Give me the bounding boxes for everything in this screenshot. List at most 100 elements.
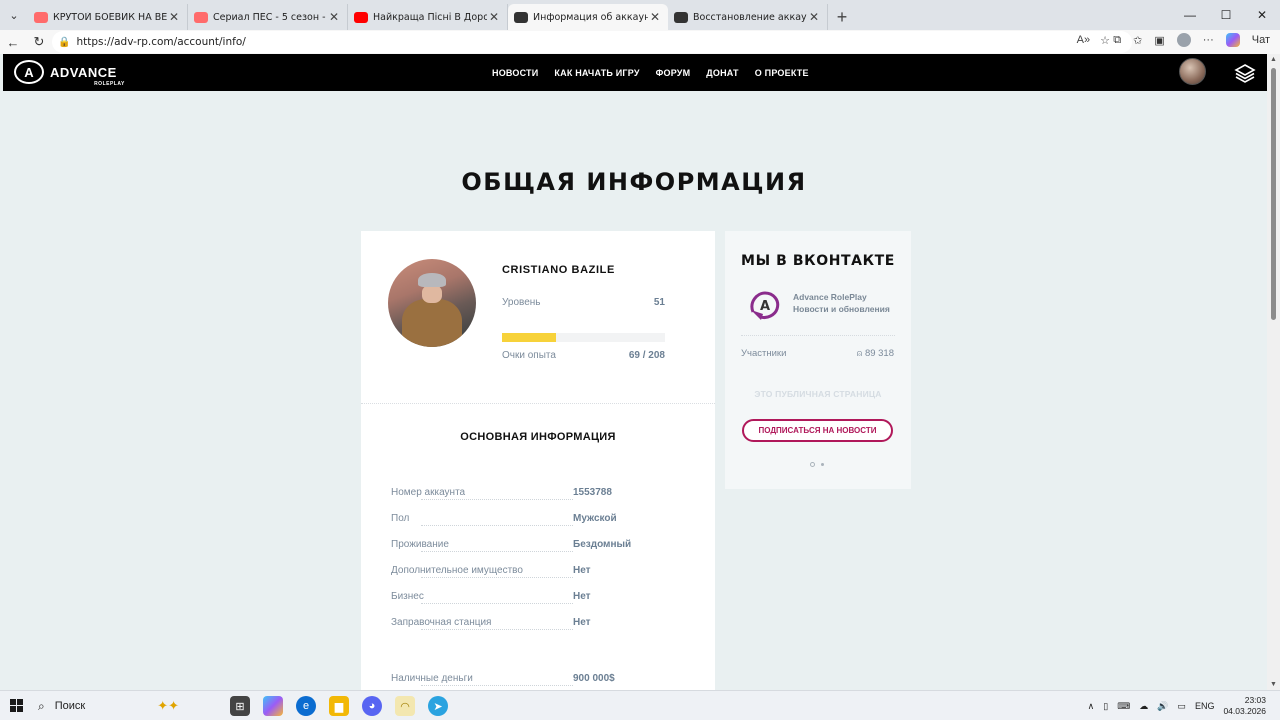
file-explorer-icon[interactable]: ▆ [329,696,349,716]
browser-tab[interactable]: КРУТОЙ БОЕВИК НА ВЕЧЕР! ОБВ ✕ [28,4,188,30]
telegram-icon[interactable]: ➤ [428,696,448,716]
carousel-dot[interactable] [810,462,815,467]
copilot-app-icon[interactable] [263,696,283,716]
card-divider [361,403,715,404]
browser-tab[interactable]: Найкраща Пісні В Дорогу🌹 ✕ [348,4,508,30]
xp-progress-fill [502,333,556,342]
info-row: Дополнительное имущество Нет [391,565,691,581]
vk-widget: МЫ В ВКОНТАКТЕ A Advance RolePlay Новост… [725,231,911,489]
info-value: 900 000$ [573,673,615,684]
clock[interactable]: 23:03 04.03.2026 [1223,695,1266,717]
carousel-dot-active[interactable] [821,463,824,466]
vk-public-note: ЭТО ПУБЛИЧНАЯ СТРАНИЦА [754,389,882,399]
scroll-down-icon[interactable]: ▼ [1270,681,1277,688]
chat-label[interactable]: Чат [1252,34,1270,46]
edge-browser-icon[interactable]: e [296,696,316,716]
task-view-icon[interactable]: ⊞ [230,696,250,716]
lock-icon[interactable]: 🔒 [58,37,70,48]
back-arrow-icon[interactable]: ← [0,35,26,50]
tab-title: Восстановление аккаунтов (СТРО [693,11,807,23]
subscribe-button[interactable]: ПОДПИСАТЬСЯ НА НОВОСТИ [742,419,893,442]
cloud-icon[interactable]: ☁ [1139,701,1148,712]
collections-icon[interactable]: ▣ [1154,34,1164,47]
info-row: Заправочная станция Нет [391,617,691,633]
close-tab-icon[interactable]: ✕ [648,10,662,24]
browser-tab[interactable]: Восстановление аккаунтов (СТРО ✕ [668,4,828,30]
info-row: Наличные деньги 900 000$ [391,673,691,689]
vk-members-count: ⍝ 89 318 [856,348,894,359]
browser-tab[interactable]: Сериал ПЕС - 5 сезон - 5-6 се ✕ [188,4,348,30]
reload-icon[interactable]: ↻ [26,34,52,50]
browser-toolbar: ⧉ ✩ ▣ ··· Чат [1113,33,1270,47]
level-label: Уровень [502,297,541,308]
network-icon[interactable]: ⌨ [1117,701,1130,712]
close-tab-icon[interactable]: ✕ [807,10,821,24]
tab-actions-chevron-icon[interactable]: ⌄ [0,0,28,30]
taskbar-search[interactable]: ⌕ Поиск ✦✦ [30,695,220,717]
info-key: Наличные деньги [391,673,481,684]
close-tab-icon[interactable]: ✕ [167,10,181,24]
url-field[interactable]: 🔒 https://adv-rp.com/account/info/ [52,31,1132,53]
tray-overflow-chevron-icon[interactable]: ∧ [1088,701,1095,712]
youtube-favicon-icon [194,11,208,23]
game-app-icon[interactable]: ◠ [395,696,415,716]
nav-how-to-start[interactable]: КАК НАЧАТЬ ИГРУ [554,68,639,78]
info-row: Пол Мужской [391,513,691,529]
vk-members-label: Участники [741,348,787,359]
site-header: A ADVANCE ROLEPLAY НОВОСТИ КАК НАЧАТЬ ИГ… [3,54,1267,91]
new-tab-plus-icon[interactable]: + [828,4,856,30]
layers-icon[interactable] [1234,63,1256,83]
minimize-icon[interactable]: — [1172,0,1208,30]
scrollbar-thumb[interactable] [1271,68,1276,320]
url-text: https://adv-rp.com/account/info/ [76,36,246,48]
nav-news[interactable]: НОВОСТИ [492,68,538,78]
info-value: Мужской [573,513,617,524]
clock-date: 04.03.2026 [1223,706,1266,716]
profile-icon[interactable] [1176,33,1191,47]
scroll-up-icon[interactable]: ▲ [1270,56,1277,63]
nav-donate[interactable]: ДОНАТ [706,68,738,78]
copilot-icon[interactable] [1225,33,1240,47]
info-row: Проживание Бездомный [391,539,691,555]
xp-value: 69 / 208 [628,350,665,361]
info-key: Проживание [391,539,457,550]
user-avatar[interactable] [1179,58,1206,85]
close-window-icon[interactable]: ✕ [1244,0,1280,30]
favorites-icon[interactable]: ✩ [1133,34,1142,47]
language-indicator[interactable]: ENG [1195,701,1215,711]
address-bar-row: ← ↻ 🔒 https://adv-rp.com/account/info/ A… [0,30,1280,54]
nav-about[interactable]: О ПРОЕКТЕ [755,68,809,78]
maximize-icon[interactable]: ☐ [1208,0,1244,30]
info-row: Бизнес Нет [391,591,691,607]
carousel-dots [810,462,824,467]
close-tab-icon[interactable]: ✕ [487,10,501,24]
favorite-star-icon[interactable]: ☆ [1100,34,1110,47]
read-aloud-icon[interactable]: A» [1077,34,1090,47]
vk-group-info[interactable]: Advance RolePlay Новости и обновления [793,291,890,315]
system-tray: ∧ ▯ ⌨ ☁ 🔊 ▭ ENG 23:03 04.03.2026 [1088,691,1266,720]
discord-icon[interactable]: ◕ [362,696,382,716]
close-tab-icon[interactable]: ✕ [327,10,341,24]
profile-card: CRISTIANO BAZILE Уровень 51 Очки опыта 6… [361,231,715,691]
tab-title: Найкраща Пісні В Дорогу🌹 [373,11,487,23]
extensions-icon[interactable]: ⧉ [1113,34,1121,47]
nav-forum[interactable]: ФОРУМ [656,68,691,78]
info-value: 1553788 [573,487,612,498]
svg-text:A: A [760,299,770,314]
site-favicon-icon [674,11,688,23]
browser-tab-active[interactable]: Информация об аккаунте | Advan ✕ [508,4,668,30]
volume-icon[interactable]: 🔊 [1157,701,1168,712]
xp-label: Очки опыта [502,350,556,361]
vk-group-logo-icon[interactable]: A [747,290,783,322]
page-scrollbar[interactable]: ▲ ▼ [1267,54,1280,690]
page-title: ОБЩАЯ ИНФОРМАЦИЯ [461,168,807,196]
windows-start-icon[interactable] [10,699,23,712]
section-title: ОСНОВНАЯ ИНФОРМАЦИЯ [460,431,616,443]
tab-title: Сериал ПЕС - 5 сезон - 5-6 се [213,11,327,23]
taskbar-apps: ⊞ e ▆ ◕ ◠ ➤ [230,696,448,716]
device-icon[interactable]: ▯ [1103,701,1108,712]
battery-icon[interactable]: ▭ [1177,701,1186,712]
site-logo[interactable]: A ADVANCE ROLEPLAY [14,60,124,87]
more-menu-icon[interactable]: ··· [1203,34,1214,46]
vk-group-desc: Новости и обновления [793,304,890,314]
